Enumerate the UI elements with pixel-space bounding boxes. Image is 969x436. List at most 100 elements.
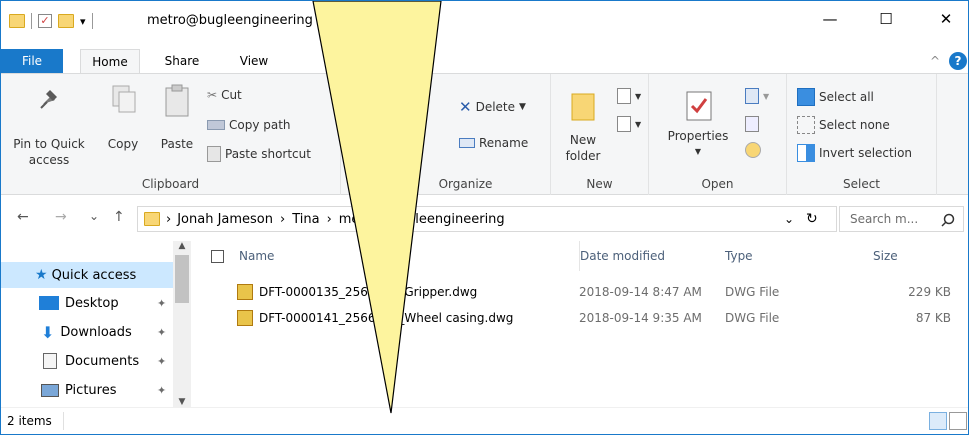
rename-icon bbox=[459, 138, 475, 148]
nav-desktop[interactable]: Desktop ✦ bbox=[1, 290, 173, 316]
open-button[interactable]: ▼ bbox=[745, 88, 769, 104]
paste-icon bbox=[165, 84, 189, 117]
forward-button[interactable]: → bbox=[55, 209, 67, 225]
divider bbox=[63, 412, 64, 430]
properties-check-icon[interactable]: ✓ bbox=[38, 14, 52, 28]
new-folder-button[interactable]: New folder bbox=[561, 88, 605, 164]
paste-shortcut-button[interactable]: Paste shortcut bbox=[207, 146, 311, 162]
easy-access-button[interactable]: ▼ bbox=[617, 116, 641, 132]
folder-icon bbox=[144, 212, 160, 226]
file-list: Name Date modified Type Size DFT-0000135… bbox=[199, 241, 968, 407]
nav-downloads[interactable]: ⬇ Downloads ✦ bbox=[1, 319, 173, 345]
table-row[interactable]: DFT-0000135_2566213_Gripper.dwg 2018-09-… bbox=[199, 281, 959, 303]
back-button[interactable]: ← bbox=[17, 209, 29, 225]
breadcrumb-separator[interactable]: › bbox=[327, 212, 332, 227]
rename-button[interactable]: Rename bbox=[459, 136, 528, 150]
nav-documents-label: Documents bbox=[65, 353, 140, 369]
invert-selection-button[interactable]: Invert selection bbox=[797, 144, 912, 162]
copy-button[interactable]: Copy bbox=[103, 82, 143, 152]
delete-button[interactable]: ✕ Delete ▼ bbox=[459, 98, 526, 116]
nav-scrollbar[interactable]: ▲ ▼ bbox=[173, 241, 191, 407]
select-none-label: Select none bbox=[819, 118, 890, 132]
search-placeholder: Search m... bbox=[850, 212, 919, 226]
history-button[interactable] bbox=[745, 142, 761, 158]
file-name: DFT-0000141_2566416_Wheel casing.dwg bbox=[259, 311, 514, 325]
scroll-thumb[interactable] bbox=[175, 255, 189, 303]
breadcrumb-jonah-jameson[interactable]: Jonah Jameson bbox=[177, 212, 273, 227]
column-header-type[interactable]: Type bbox=[725, 241, 753, 271]
refresh-button[interactable]: ↻ bbox=[806, 211, 818, 227]
rename-label: Rename bbox=[479, 136, 529, 150]
close-button[interactable]: ✕ bbox=[923, 1, 969, 37]
help-button[interactable]: ? bbox=[949, 52, 967, 70]
open-group: Properties ▼ ▼ Open bbox=[649, 74, 787, 195]
pin-icon[interactable]: ✦ bbox=[157, 326, 166, 339]
cut-label: Cut bbox=[221, 88, 242, 102]
properties-button[interactable]: Properties ▼ bbox=[663, 88, 733, 160]
breadcrumb-current-folder[interactable]: metro@bugleengineering bbox=[339, 212, 505, 227]
copy-path-button[interactable]: Copy path bbox=[207, 118, 291, 132]
pin-icon[interactable]: ✦ bbox=[157, 355, 166, 368]
qat-dropdown-icon[interactable]: ▾ bbox=[80, 15, 86, 28]
select-all-checkbox[interactable] bbox=[211, 250, 224, 263]
paste-button[interactable]: Paste bbox=[155, 82, 199, 152]
large-icons-view-icon[interactable] bbox=[949, 412, 967, 430]
tab-share[interactable]: Share bbox=[157, 49, 207, 73]
folder-icon bbox=[9, 14, 25, 28]
table-row[interactable]: DFT-0000141_2566416_Wheel casing.dwg 201… bbox=[199, 307, 959, 329]
cut-button[interactable]: ✂ Cut bbox=[207, 88, 242, 102]
edit-icon bbox=[745, 116, 759, 132]
up-button[interactable]: ↑ bbox=[113, 209, 125, 225]
new-folder-icon[interactable] bbox=[58, 14, 74, 28]
breadcrumb-tina[interactable]: Tina bbox=[292, 212, 319, 227]
file-type: DWG File bbox=[725, 311, 780, 325]
collapse-ribbon-button[interactable]: ^ bbox=[927, 49, 943, 73]
column-header-size[interactable]: Size bbox=[873, 241, 898, 271]
minimize-button[interactable]: — bbox=[807, 1, 853, 37]
nav-pictures[interactable]: Pictures ✦ bbox=[1, 377, 173, 403]
scroll-down-icon[interactable]: ▼ bbox=[173, 397, 191, 407]
pictures-icon bbox=[41, 383, 59, 397]
scroll-up-icon[interactable]: ▲ bbox=[173, 241, 191, 251]
copy-path-icon bbox=[207, 120, 225, 130]
file-name: DFT-0000135_2566213_Gripper.dwg bbox=[259, 285, 478, 299]
column-header-date[interactable]: Date modified bbox=[579, 241, 665, 271]
breadcrumb-separator[interactable]: › bbox=[166, 212, 171, 227]
tab-file[interactable]: File bbox=[1, 49, 63, 73]
invert-selection-icon bbox=[797, 144, 815, 162]
pin-icon[interactable]: ✦ bbox=[157, 384, 166, 397]
column-header-name[interactable]: Name bbox=[239, 241, 274, 271]
edit-button[interactable] bbox=[745, 116, 759, 132]
pin-icon[interactable]: ✦ bbox=[157, 297, 166, 310]
select-all-label: Select all bbox=[819, 90, 874, 104]
maximize-button[interactable]: ☐ bbox=[863, 1, 909, 37]
tab-home[interactable]: Home bbox=[80, 49, 140, 73]
pin-to-quick-access-button[interactable]: Pin to Quick access bbox=[5, 82, 93, 168]
pin-label: Pin to Quick access bbox=[13, 137, 85, 167]
select-none-icon bbox=[797, 116, 815, 134]
address-dropdown-button[interactable]: ⌄ bbox=[784, 212, 794, 226]
window-title: metro@bugleengineering bbox=[147, 13, 313, 28]
paste-label: Paste bbox=[160, 137, 194, 151]
details-view-icon[interactable] bbox=[929, 412, 947, 430]
select-group-label: Select bbox=[842, 177, 881, 191]
file-date: 2018-09-14 8:47 AM bbox=[579, 285, 702, 299]
nav-quick-access[interactable]: ★ Quick access bbox=[1, 262, 173, 288]
dwg-file-icon bbox=[237, 310, 253, 326]
address-bar[interactable]: › Jonah Jameson › Tina › metro@bugleengi… bbox=[137, 206, 837, 232]
divider bbox=[91, 13, 93, 29]
breadcrumb-separator[interactable]: › bbox=[280, 212, 285, 227]
copy-icon bbox=[112, 85, 136, 113]
organize-group-label: Organize bbox=[438, 177, 493, 191]
recent-locations-button[interactable]: ⌄ bbox=[89, 209, 99, 223]
select-all-icon bbox=[797, 88, 815, 106]
tab-view[interactable]: View bbox=[229, 49, 279, 73]
nav-documents[interactable]: Documents ✦ bbox=[1, 348, 173, 374]
select-none-button[interactable]: Select none bbox=[797, 116, 890, 134]
downloads-icon: ⬇ bbox=[41, 322, 55, 342]
properties-label: Properties bbox=[667, 129, 729, 143]
scissors-icon: ✂ bbox=[207, 88, 218, 102]
new-item-button[interactable]: ▼ bbox=[617, 88, 641, 104]
select-all-button[interactable]: Select all bbox=[797, 88, 874, 106]
search-input[interactable]: Search m... bbox=[839, 206, 964, 232]
